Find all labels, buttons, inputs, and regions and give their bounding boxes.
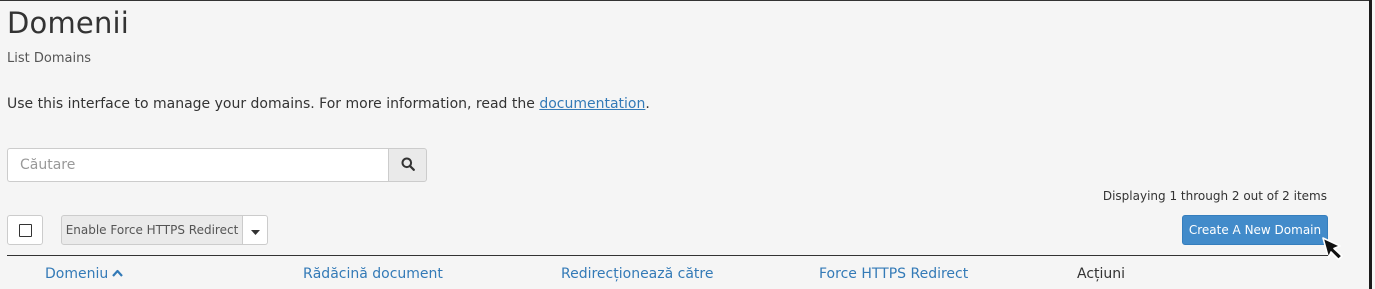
description-suffix: . xyxy=(645,96,650,112)
column-header-label: Domeniu xyxy=(45,266,109,282)
column-header-actions: Acțiuni xyxy=(1077,266,1126,282)
window-right-border xyxy=(1369,0,1372,289)
page-subtitle: List Domains xyxy=(7,51,92,66)
sort-ascending-icon xyxy=(112,264,124,282)
caret-down-icon xyxy=(250,221,260,240)
documentation-link[interactable]: documentation xyxy=(539,96,645,112)
enable-force-https-button[interactable]: Enable Force HTTPS Redirect xyxy=(61,215,243,245)
pagination-summary: Displaying 1 through 2 out of 2 items xyxy=(1102,189,1327,203)
mouse-pointer-icon xyxy=(1318,235,1348,263)
page-description: Use this interface to manage your domain… xyxy=(7,95,650,113)
column-header-force-https[interactable]: Force HTTPS Redirect xyxy=(819,265,968,283)
bulk-action-group: Enable Force HTTPS Redirect xyxy=(61,215,268,245)
column-header-redirects-to[interactable]: Redirecționează către xyxy=(561,265,713,283)
search-icon xyxy=(401,156,415,175)
select-all-checkbox[interactable] xyxy=(7,215,43,245)
table-header-divider xyxy=(7,255,1328,256)
description-text: Use this interface to manage your domain… xyxy=(7,96,540,112)
bulk-action-dropdown-toggle[interactable] xyxy=(243,215,268,245)
search-button[interactable] xyxy=(388,148,427,182)
checkbox-box xyxy=(18,223,32,237)
column-header-document-root[interactable]: Rădăcină document xyxy=(303,265,443,283)
search-group xyxy=(7,148,427,182)
page-title: Domenii xyxy=(7,6,130,40)
create-domain-button[interactable]: Create A New Domain xyxy=(1182,215,1328,245)
search-input[interactable] xyxy=(7,148,388,182)
column-header-domain[interactable]: Domeniu xyxy=(45,264,124,283)
window-top-border xyxy=(0,0,1370,1)
